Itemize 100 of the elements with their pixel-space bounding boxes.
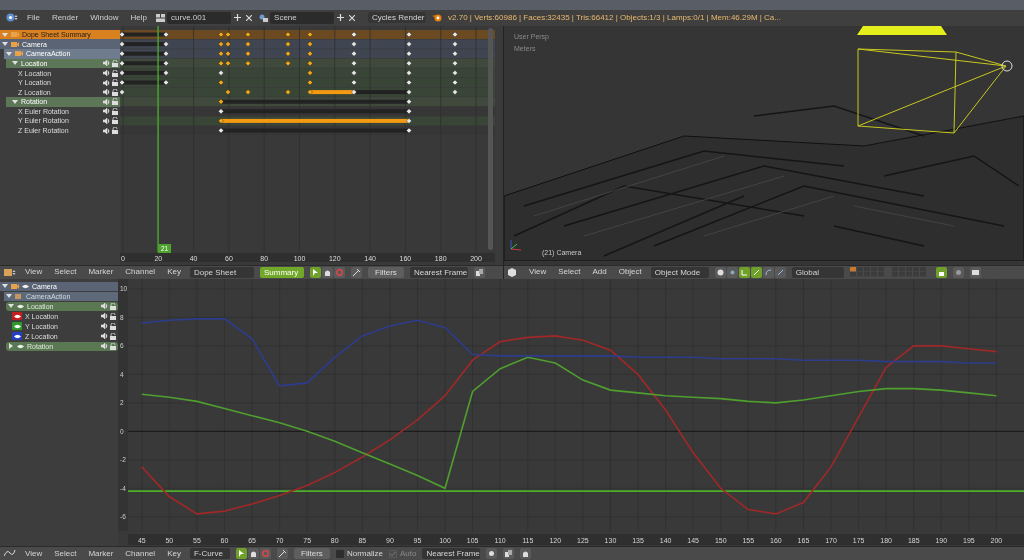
menu-item[interactable]: Select [51, 547, 80, 560]
disclosure-triangle-icon[interactable] [2, 283, 8, 290]
menu-item[interactable]: Channel [122, 547, 159, 560]
speaker-icon[interactable] [103, 89, 110, 96]
layout-grid-icon[interactable] [156, 13, 166, 22]
speaker-icon[interactable] [101, 303, 108, 310]
mode-dropdown[interactable]: Object Mode [650, 266, 709, 278]
keyframe-marker[interactable] [406, 127, 412, 134]
menu-item[interactable]: Marker [85, 266, 117, 279]
keyframe-marker[interactable] [225, 89, 231, 95]
filters-button[interactable]: Filters [293, 548, 330, 560]
disclosure-triangle-icon[interactable] [2, 41, 8, 48]
keyframe-marker[interactable] [163, 79, 169, 86]
mode-dropdown[interactable]: Dope Sheet [189, 266, 254, 278]
keyframe-marker[interactable] [406, 117, 412, 124]
select-icon[interactable] [235, 548, 247, 560]
disclosure-triangle-icon[interactable] [6, 293, 12, 300]
keyframe-marker[interactable] [351, 89, 357, 95]
menu-item[interactable]: Window [87, 11, 122, 24]
keyframe-marker[interactable] [285, 41, 291, 47]
pivot-icon[interactable] [726, 266, 738, 278]
render-engine-dropdown[interactable]: Cycles Render [368, 12, 427, 24]
keyframe-marker[interactable] [225, 41, 231, 47]
speaker-icon[interactable] [103, 108, 110, 115]
keyframe-marker[interactable] [218, 98, 224, 105]
keyframe-marker[interactable] [406, 89, 412, 95]
menu-item[interactable]: Object [615, 266, 645, 279]
mode-dropdown[interactable]: F-Curve [189, 548, 230, 560]
keyframe-marker[interactable] [307, 31, 313, 38]
arrow-icon[interactable] [750, 266, 762, 278]
editor-type-icon[interactable] [4, 549, 16, 559]
menu-item[interactable]: Key [164, 547, 184, 560]
visibility-toggle[interactable] [12, 322, 22, 331]
pivot-icon[interactable] [486, 548, 498, 560]
keyframe-marker[interactable] [218, 50, 224, 57]
keyframe-marker[interactable] [452, 79, 458, 86]
keyframe-marker[interactable] [163, 69, 169, 76]
disclosure-triangle-icon[interactable] [8, 303, 14, 310]
menu-item[interactable]: View [22, 547, 46, 560]
speaker-icon[interactable] [103, 79, 110, 86]
sphere-icon[interactable] [714, 266, 726, 278]
speaker-icon[interactable] [103, 127, 110, 134]
orientation-dropdown[interactable]: Global [791, 266, 844, 278]
menu-item[interactable]: Render [48, 11, 82, 24]
render-icon[interactable] [969, 266, 981, 278]
visibility-toggle[interactable] [12, 332, 22, 341]
keyframe-marker[interactable] [245, 31, 251, 38]
keyframe-marker[interactable] [245, 50, 251, 57]
menu-item[interactable]: Add [589, 266, 610, 279]
keyframe-marker[interactable] [307, 79, 313, 86]
keyframe-marker[interactable] [218, 117, 224, 124]
eye-icon[interactable] [22, 283, 29, 289]
menu-item[interactable]: Channel [122, 266, 159, 279]
keyframe-marker[interactable] [351, 41, 357, 47]
speaker-icon[interactable] [101, 313, 108, 320]
keyframe-marker[interactable] [452, 69, 458, 76]
visibility-toggle[interactable] [12, 312, 22, 321]
menu-item[interactable]: View [526, 266, 550, 279]
normalize-checkbox[interactable] [335, 549, 344, 558]
keyframe-marker[interactable] [452, 50, 458, 57]
scene-icon[interactable] [259, 13, 269, 22]
keyframe-marker[interactable] [452, 31, 458, 38]
ghost-icon[interactable] [321, 266, 333, 278]
keyframe-marker[interactable] [218, 31, 224, 38]
keyframe-marker[interactable] [452, 41, 458, 47]
select-icon[interactable] [309, 266, 321, 278]
scrollbar[interactable] [488, 27, 493, 250]
keyframe-marker[interactable] [452, 89, 458, 95]
disclosure-triangle-icon[interactable] [12, 98, 18, 105]
keyframe-marker[interactable] [307, 69, 313, 76]
keyframe-marker[interactable] [163, 31, 169, 38]
disclosure-triangle-icon[interactable] [8, 343, 14, 350]
disclosure-triangle-icon[interactable] [6, 50, 12, 57]
menu-item[interactable]: Select [51, 266, 80, 279]
keyframe-marker[interactable] [218, 69, 224, 76]
ghost-icon[interactable] [520, 548, 532, 560]
eye-icon[interactable] [17, 303, 24, 309]
speaker-icon[interactable] [101, 323, 108, 330]
snap-dropdown[interactable]: Nearest Frame [422, 548, 481, 560]
add-icon[interactable] [233, 12, 243, 23]
menu-item[interactable]: Help [127, 11, 151, 24]
editor-type-icon[interactable] [6, 13, 18, 23]
ghost-icon[interactable] [247, 548, 259, 560]
keyframe-marker[interactable] [218, 79, 224, 86]
scene-name-field[interactable]: Scene [270, 11, 335, 24]
keyframe-marker[interactable] [285, 50, 291, 57]
keyframe-marker[interactable] [307, 41, 313, 47]
keyframe-marker[interactable] [225, 50, 231, 57]
speaker-icon[interactable] [103, 70, 110, 76]
keyframe-marker[interactable] [163, 41, 169, 47]
keyframe-marker[interactable] [351, 69, 357, 76]
menu-item[interactable]: View [22, 266, 46, 279]
keyframe-marker[interactable] [406, 31, 412, 38]
close-icon[interactable] [347, 12, 357, 23]
menu-item[interactable]: Key [164, 266, 184, 279]
copy-icon[interactable] [503, 548, 515, 560]
manipulator-icon[interactable] [738, 266, 750, 278]
keyframe-marker[interactable] [406, 69, 412, 76]
keyframe-marker[interactable] [163, 50, 169, 57]
screen-name-field[interactable]: curve.001 [167, 11, 232, 24]
